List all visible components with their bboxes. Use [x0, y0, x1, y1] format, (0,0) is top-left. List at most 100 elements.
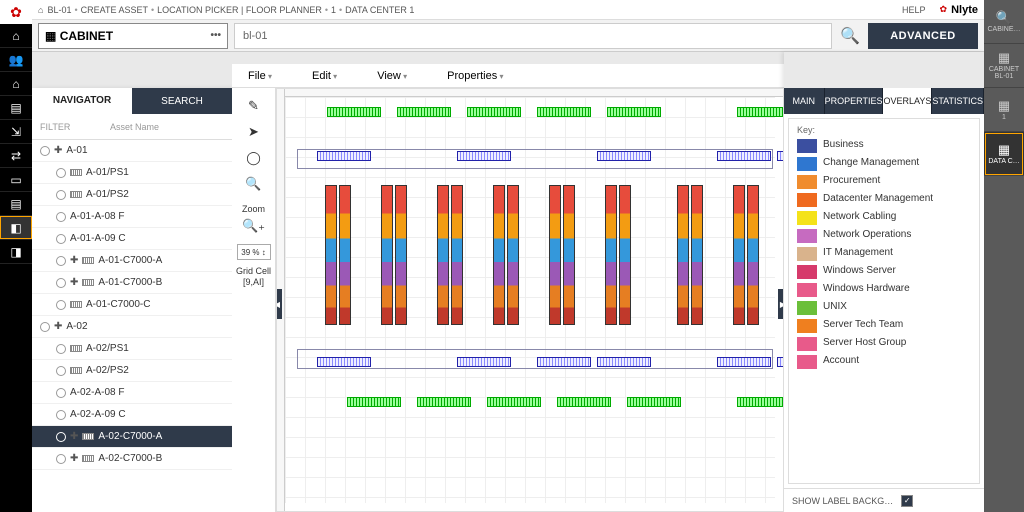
app-iconbar: ✿ ⌂👥⌂▤⇲⇄▭▤◧◨	[0, 0, 32, 512]
rtab-statistics[interactable]: STATISTICS	[932, 88, 984, 114]
key-row[interactable]: Server Tech Team	[797, 319, 971, 333]
tree-node[interactable]: ✚A-01-C7000-A	[32, 250, 232, 272]
rtab-overlays[interactable]: OVERLAYS	[883, 88, 932, 114]
crumb-1[interactable]: CREATE ASSET	[81, 5, 148, 15]
filter-placeholder[interactable]: Asset Name	[110, 122, 159, 132]
key-row[interactable]: UNIX	[797, 301, 971, 315]
advanced-button[interactable]: ADVANCED	[868, 23, 978, 49]
menu-view[interactable]: View	[377, 70, 407, 82]
tree-node[interactable]: A-01/PS1	[32, 162, 232, 184]
rtab-main[interactable]: MAIN	[784, 88, 825, 114]
zoom-in-tool[interactable]: 🔍₊	[240, 214, 268, 238]
center-column: File Edit View Properties ✎ ➤ ◯ 🔍 Zoom 🔍₊ 3…	[232, 52, 784, 512]
rail-item[interactable]: ▦DATA C…	[984, 132, 1024, 176]
tree-node[interactable]: A-01/PS2	[32, 184, 232, 206]
sidebar-icon-4[interactable]: ⇲	[0, 120, 32, 144]
tree-node[interactable]: A-01-C7000-C	[32, 294, 232, 316]
asset-type-label: CABINET	[60, 29, 113, 43]
floor-canvas[interactable]: ◀ ▶	[276, 88, 784, 512]
tree-node[interactable]: A-02-A-08 F	[32, 382, 232, 404]
tree-node[interactable]: ✚A-02-C7000-A	[32, 426, 232, 448]
menu-properties[interactable]: Properties	[447, 70, 503, 82]
search-input[interactable]	[234, 23, 832, 49]
sidebar-icon-6[interactable]: ▭	[0, 168, 32, 192]
menubar: File Edit View Properties	[232, 64, 784, 88]
asset-type-selector[interactable]: ▦ CABINET •••	[38, 23, 228, 49]
crumb-0[interactable]: BL-01	[47, 5, 71, 15]
right-tabs: MAINPROPERTIESOVERLAYSSTATISTICS	[784, 88, 984, 114]
tool-column: ✎ ➤ ◯ 🔍 Zoom 🔍₊ 39 % ↕ Grid Cell[9,AI]	[232, 88, 276, 512]
key-row[interactable]: Procurement	[797, 175, 971, 189]
key-row[interactable]: Change Management	[797, 157, 971, 171]
sidebar-icon-0[interactable]: ⌂	[0, 24, 32, 48]
key-row[interactable]: Network Operations	[797, 229, 971, 243]
left-column: NAVIGATOR SEARCH FILTER Asset Name ✚A-01…	[32, 52, 232, 512]
search-icon[interactable]: 🔍	[838, 26, 862, 46]
grid-label: Grid Cell[9,AI]	[236, 266, 271, 288]
filter-label: FILTER	[40, 122, 110, 132]
brand-icon: ✿	[940, 4, 948, 15]
tab-navigator[interactable]: NAVIGATOR	[32, 88, 132, 114]
show-label-text: SHOW LABEL BACKG…	[792, 496, 893, 506]
key-row[interactable]: Network Cabling	[797, 211, 971, 225]
zoom-value[interactable]: 39 % ↕	[237, 244, 271, 260]
collapse-right[interactable]: ▶	[778, 289, 784, 319]
sidebar-icon-3[interactable]: ▤	[0, 96, 32, 120]
help-link[interactable]: HELP	[902, 5, 926, 15]
overlay-key: Key: Business Change Management Procuremen…	[788, 118, 980, 484]
tree-node[interactable]: A-02-A-09 C	[32, 404, 232, 426]
tab-search[interactable]: SEARCH	[132, 88, 232, 114]
main-area: ⌂ BL-01CREATE ASSETLOCATION PICKER | FLO…	[32, 0, 984, 512]
show-label-checkbox[interactable]: ✓	[901, 495, 913, 507]
pencil-tool[interactable]: ✎	[240, 94, 268, 118]
key-row[interactable]: Account	[797, 355, 971, 369]
sidebar-icon-5[interactable]: ⇄	[0, 144, 32, 168]
pointer-tool[interactable]: ➤	[240, 120, 268, 144]
filter-row: FILTER Asset Name	[32, 114, 232, 140]
breadcrumb-bar: ⌂ BL-01CREATE ASSETLOCATION PICKER | FLO…	[32, 0, 984, 20]
sidebar-icon-2[interactable]: ⌂	[0, 72, 32, 96]
key-row[interactable]: IT Management	[797, 247, 971, 261]
sidebar-icon-9[interactable]: ◨	[0, 240, 32, 264]
search-row: ▦ CABINET ••• 🔍 ADVANCED	[32, 20, 984, 52]
tree-node[interactable]: ✚A-01	[32, 140, 232, 162]
rail-item[interactable]: 🔍CABINE…	[984, 0, 1024, 44]
sidebar-icon-8[interactable]: ◧	[0, 216, 32, 240]
tree-node[interactable]: A-01-A-09 C	[32, 228, 232, 250]
zoom-tool[interactable]: 🔍	[240, 172, 268, 196]
tree-node[interactable]: ✚A-02	[32, 316, 232, 338]
navigator-panel: NAVIGATOR SEARCH FILTER Asset Name ✚A-01…	[32, 88, 232, 512]
show-label-row[interactable]: SHOW LABEL BACKG… ✓	[784, 488, 984, 512]
lasso-tool[interactable]: ◯	[240, 146, 268, 170]
sidebar-icon-7[interactable]: ▤	[0, 192, 32, 216]
key-row[interactable]: Datacenter Management	[797, 193, 971, 207]
collapse-left[interactable]: ◀	[276, 289, 282, 319]
tree-node[interactable]: ✚A-02-C7000-B	[32, 448, 232, 470]
tree-node[interactable]: ✚A-01-C7000-B	[32, 272, 232, 294]
menu-edit[interactable]: Edit	[312, 70, 337, 82]
rack-icon: ▦	[45, 29, 56, 43]
key-row[interactable]: Business	[797, 139, 971, 153]
key-title: Key:	[797, 125, 971, 135]
rail-item[interactable]: ▦1	[984, 88, 1024, 132]
menu-file[interactable]: File	[248, 70, 272, 82]
rail-item[interactable]: ▦CABINET BL-01	[984, 44, 1024, 88]
crumb-2[interactable]: LOCATION PICKER | FLOOR PLANNER	[157, 5, 322, 15]
key-row[interactable]: Windows Hardware	[797, 283, 971, 297]
tree-node[interactable]: A-02/PS1	[32, 338, 232, 360]
asset-tree: ✚A-01A-01/PS1A-01/PS2A-01-A-08 FA-01-A-0…	[32, 140, 232, 512]
more-icon: •••	[210, 30, 221, 41]
app-logo: ✿	[0, 0, 32, 24]
brand-label: Nlyte	[951, 4, 978, 16]
rtab-properties[interactable]: PROPERTIES	[825, 88, 884, 114]
key-row[interactable]: Windows Server	[797, 265, 971, 279]
key-row[interactable]: Server Host Group	[797, 337, 971, 351]
tree-node[interactable]: A-02/PS2	[32, 360, 232, 382]
sidebar-icon-1[interactable]: 👥	[0, 48, 32, 72]
crumb-4[interactable]: DATA CENTER 1	[345, 5, 414, 15]
right-panel: MAINPROPERTIESOVERLAYSSTATISTICS Key: Bu…	[784, 52, 984, 512]
context-rail: 🔍CABINE…▦CABINET BL-01▦1▦DATA C…	[984, 0, 1024, 512]
zoom-label: Zoom	[242, 204, 265, 214]
tree-node[interactable]: A-01-A-08 F	[32, 206, 232, 228]
ruler-horizontal	[277, 89, 783, 97]
